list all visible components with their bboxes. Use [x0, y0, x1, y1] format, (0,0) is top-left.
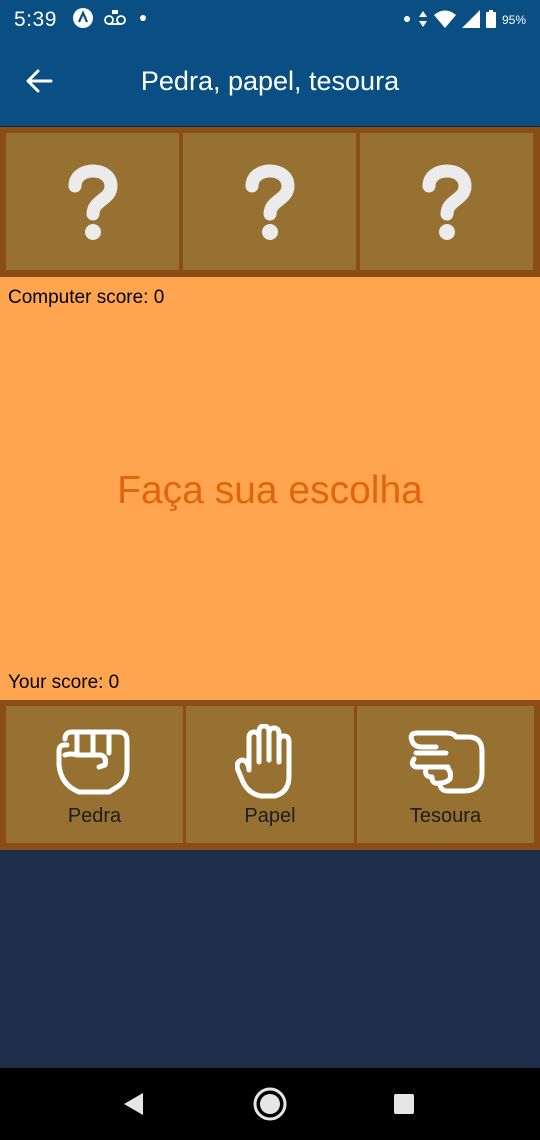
- rock-label: Pedra: [67, 805, 122, 827]
- data-arrows-icon: [418, 10, 428, 30]
- computer-choice-slot: [6, 133, 179, 270]
- question-mark-icon: [68, 164, 118, 240]
- status-time: 5:39: [14, 8, 57, 31]
- triangle-back-icon: [124, 1093, 143, 1115]
- dot-icon: [136, 11, 150, 30]
- question-mark-icon: [245, 164, 295, 240]
- paper-label: Papel: [244, 805, 296, 827]
- computer-score: Computer score: 0: [8, 287, 165, 308]
- scissors-hand-icon: [408, 730, 484, 794]
- app-bar: Pedra, papel, tesoura: [0, 40, 540, 126]
- computer-choice-slot: [360, 133, 533, 270]
- navigation-bar: [0, 1068, 540, 1140]
- battery-icon: [485, 9, 496, 31]
- question-mark-icon: [422, 164, 472, 240]
- game-area: Computer score: 0 Faça sua escolha Your …: [0, 277, 540, 700]
- status-message: Faça sua escolha: [117, 469, 423, 512]
- nav-back-button[interactable]: [115, 1086, 151, 1122]
- fist-icon: [56, 729, 129, 795]
- status-bar: 5:39 95%: [0, 0, 540, 40]
- open-hand-icon: [235, 724, 292, 799]
- rock-button[interactable]: Pedra: [6, 706, 183, 843]
- computer-choice-slot: [183, 133, 356, 270]
- circle-home-icon: [253, 1087, 287, 1121]
- signal-icon: [461, 9, 480, 31]
- wifi-icon: [433, 10, 456, 31]
- player-score: Your score: 0: [8, 672, 120, 693]
- dot-icon: [402, 13, 412, 27]
- scissors-button[interactable]: Tesoura: [357, 706, 534, 843]
- square-recents-icon: [394, 1094, 414, 1114]
- scissors-label: Tesoura: [409, 805, 482, 827]
- app-notification-icon: [72, 7, 94, 34]
- voicemail-icon: [104, 9, 126, 31]
- battery-percent: 95%: [501, 13, 526, 27]
- page-title: Pedra, papel, tesoura: [140, 66, 400, 96]
- nav-home-button[interactable]: [252, 1086, 288, 1122]
- player-choice-panel: Pedra Papel Tesoura: [0, 700, 540, 850]
- computer-choice-panel: [0, 127, 540, 277]
- nav-recents-button[interactable]: [386, 1086, 422, 1122]
- paper-button[interactable]: Papel: [186, 706, 354, 843]
